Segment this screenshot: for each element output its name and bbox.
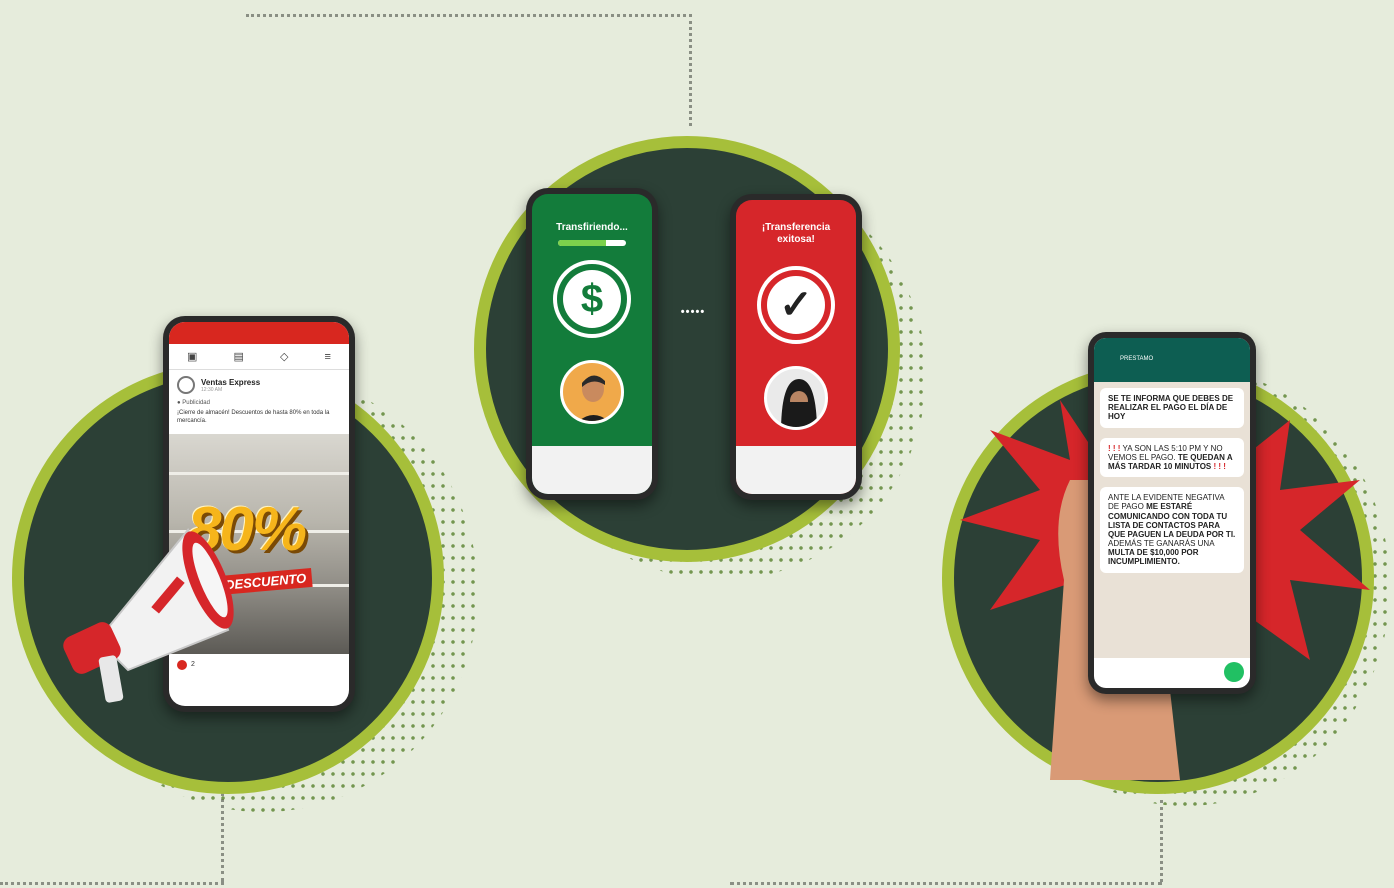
sending-title: Transfiriendo...: [556, 222, 628, 233]
scammer-avatar: [764, 366, 828, 430]
transfer-scam-illustration: Transfiriendo... $ • • • • • ¡Transferen…: [470, 130, 930, 590]
chat-message: ! ! ! YA SON LAS 5:10 PM Y NO VEMOS EL P…: [1100, 437, 1244, 478]
transfer-connector: • • • • •: [680, 306, 704, 318]
connector-line-bottom-left: [0, 882, 224, 885]
extortion-scam-illustration: PRESTAMO SE TE INFORMA QUE DEBES DE REAL…: [930, 300, 1394, 820]
post-text: ¡Cierre de almacén! Descuentos de hasta …: [177, 410, 330, 424]
dollar-icon: $: [580, 276, 604, 321]
check-ring: ✓: [757, 266, 835, 344]
contact-name: PRESTAMO: [1120, 356, 1154, 362]
chat-message: ANTE LA EVIDENTE NEGATIVA DE PAGO ME EST…: [1100, 487, 1244, 573]
sending-screen: Transfiriendo... $: [532, 194, 652, 494]
chat-screen: PRESTAMO SE TE INFORMA QUE DEBES DE REAL…: [1094, 338, 1250, 688]
chat-message: SE TE INFORMA QUE DEBES DE REALIZAR EL P…: [1100, 388, 1244, 428]
alert-text: ! ! !: [1108, 443, 1121, 453]
chat-phone: PRESTAMO SE TE INFORMA QUE DEBES DE REAL…: [1088, 332, 1256, 694]
phone-status-bar: [169, 322, 349, 344]
chat-input[interactable]: [1100, 663, 1218, 681]
connector-line-bottom-right: [730, 882, 1162, 885]
hooded-person-icon: [781, 379, 817, 427]
post-time: 12:30 AM: [201, 386, 223, 393]
message-text: SE TE INFORMA QUE DEBES DE REALIZAR EL P…: [1108, 394, 1234, 422]
victim-avatar: [560, 360, 624, 424]
send-button[interactable]: [1224, 662, 1244, 682]
home-icon: ▣: [187, 351, 198, 363]
chat-header: PRESTAMO: [1094, 338, 1250, 382]
sending-phone: Transfiriendo... $: [526, 188, 658, 500]
social-nav-bar: ▣ ▤ ◇ ≡: [169, 344, 349, 370]
transfer-progress-bar: [558, 240, 626, 246]
shelf: [169, 471, 349, 475]
check-icon: ✓: [779, 283, 813, 327]
success-title: ¡Transferencia exitosa!: [761, 222, 831, 245]
chat-input-row: [1100, 662, 1244, 682]
dollar-badge: $: [563, 270, 621, 328]
message-bold-text: MULTA DE $10,000 POR INCUMPLIMIENTO.: [1108, 548, 1199, 567]
store-icon: ▤: [233, 351, 244, 363]
bell-icon: ◇: [279, 351, 289, 363]
megaphone-icon: [63, 528, 234, 703]
phone-footer: [736, 446, 856, 494]
person-icon: [579, 375, 609, 421]
ad-scam-illustration: ▣ ▤ ◇ ≡ Ventas Express 12:30 AM ● Public…: [0, 300, 480, 820]
post-header: Ventas Express 12:30 AM: [169, 370, 349, 400]
phone-footer: [532, 446, 652, 494]
page-name: Ventas Express: [201, 377, 261, 387]
check-badge: ✓: [767, 276, 825, 334]
alert-text: ! ! !: [1213, 461, 1226, 471]
chat-body: SE TE INFORMA QUE DEBES DE REALIZAR EL P…: [1094, 382, 1250, 658]
transfer-progress-fill: [558, 240, 606, 246]
dollar-ring: $: [553, 260, 631, 338]
message-text: ADEMÁS TE GANARÁS UNA: [1108, 539, 1215, 549]
receiving-screen: ¡Transferencia exitosa! ✓: [736, 200, 856, 494]
receiving-phone: ¡Transferencia exitosa! ✓: [730, 194, 862, 500]
sponsored-text: Publicidad: [182, 400, 210, 406]
page-avatar: [177, 376, 195, 394]
connector-line-top-vertical: [689, 14, 692, 126]
connector-line-top: [246, 14, 692, 17]
menu-icon: ≡: [324, 350, 331, 363]
